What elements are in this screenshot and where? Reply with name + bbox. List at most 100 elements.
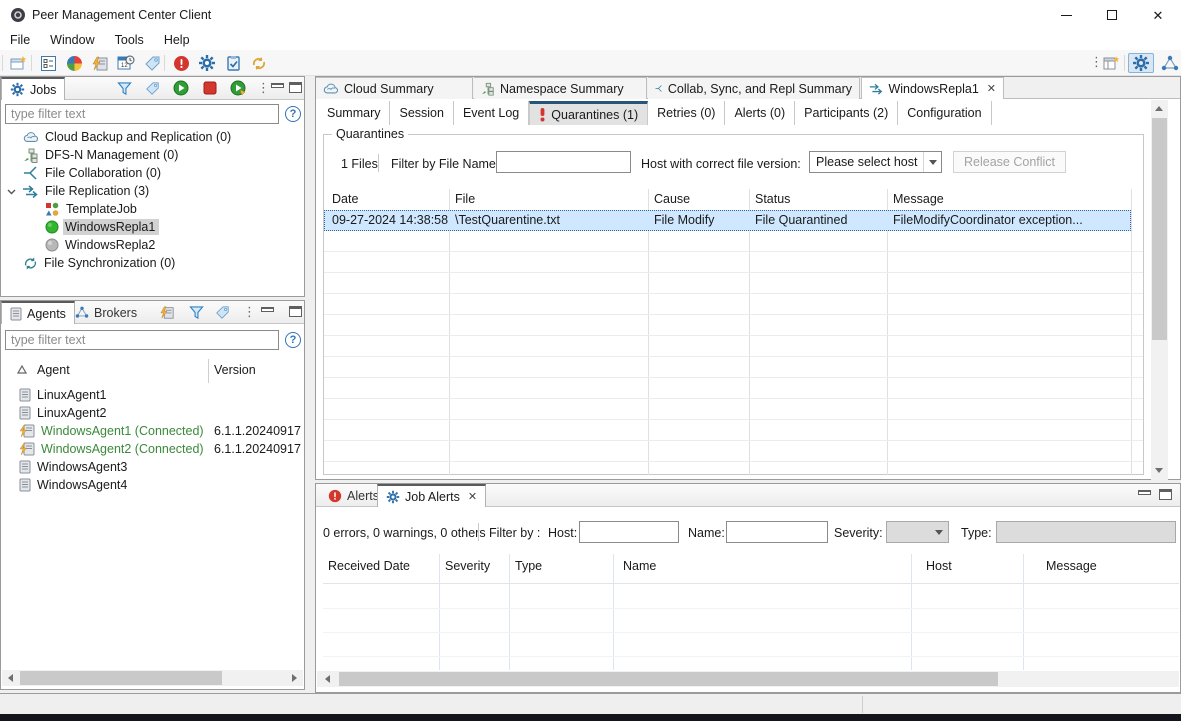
agent-row-windowsagent2[interactable]: WindowsAgent2 (Connected) — [19, 440, 204, 458]
menu-window[interactable]: Window — [40, 31, 104, 49]
alerts-hscrollbar[interactable] — [317, 671, 1179, 687]
view-jobs-button[interactable] — [36, 53, 60, 73]
tree-item-file-replication[interactable]: File Replication (3) — [7, 182, 149, 200]
tree-item-file-collaboration[interactable]: File Collaboration (0) — [23, 164, 161, 182]
minimize-window-button[interactable] — [1043, 0, 1089, 30]
subtab-retries[interactable]: Retries (0) — [648, 101, 725, 125]
jobs-filter-button[interactable] — [117, 81, 132, 99]
open-perspective-button[interactable] — [1100, 53, 1124, 73]
preferences-button[interactable] — [195, 53, 219, 73]
summary-view-button[interactable] — [62, 53, 86, 73]
editor-vscroll-thumb[interactable] — [1152, 118, 1167, 340]
restart-job-button[interactable] — [230, 80, 247, 99]
agents-tags-button[interactable] — [215, 305, 230, 323]
jobs-filter-input[interactable] — [5, 104, 279, 124]
schedule-button[interactable]: 12 — [114, 53, 138, 73]
col-message[interactable]: Message — [1046, 559, 1097, 573]
close-tab-icon[interactable]: ✕ — [468, 490, 477, 503]
severity-filter-combo[interactable] — [886, 521, 949, 543]
jobs-tags-button[interactable] — [145, 81, 160, 99]
tab-cloud-summary[interactable]: Cloud Summary — [316, 77, 473, 99]
subtab-session[interactable]: Session — [390, 101, 453, 125]
jobs-filter-help-icon[interactable]: ? — [285, 106, 301, 122]
filename-filter-input[interactable] — [496, 151, 631, 173]
refresh-button[interactable] — [247, 53, 271, 73]
agents-hscrollbar[interactable] — [2, 670, 303, 686]
col-date[interactable]: Date — [332, 192, 358, 206]
agent-row-linuxagent2[interactable]: LinuxAgent2 — [19, 404, 107, 422]
agent-row-windowsagent4[interactable]: WindowsAgent4 — [19, 476, 127, 494]
scroll-left-icon[interactable] — [325, 675, 330, 683]
tree-item-dfsn[interactable]: DFS-N Management (0) — [23, 146, 178, 164]
tasks-button[interactable] — [221, 53, 245, 73]
subtab-summary[interactable]: Summary — [318, 101, 390, 125]
new-job-button[interactable] — [6, 53, 30, 73]
subtab-alerts[interactable]: Alerts (0) — [725, 101, 795, 125]
editor-vscrollbar[interactable] — [1151, 100, 1168, 480]
tree-item-windowsrepla1[interactable]: WindowsRepla1 — [45, 218, 159, 236]
host-select-combo[interactable]: Please select host — [809, 151, 942, 173]
close-window-button[interactable]: ✕ — [1135, 0, 1181, 30]
alerts-hscroll-thumb[interactable] — [339, 672, 998, 686]
tree-item-windowsrepla2[interactable]: WindowsRepla2 — [45, 236, 155, 254]
close-tab-icon[interactable]: ✕ — [987, 82, 996, 95]
tab-namespace-summary[interactable]: Namespace Summary — [474, 77, 647, 99]
agents-restart-button[interactable] — [159, 305, 175, 323]
agent-row-windowsagent1[interactable]: WindowsAgent1 (Connected) — [19, 422, 204, 440]
col-cause[interactable]: Cause — [654, 192, 690, 206]
col-name[interactable]: Name — [623, 559, 656, 573]
alerts-button[interactable] — [169, 53, 193, 73]
tab-windowsrepla1[interactable]: WindowsRepla1 ✕ — [861, 77, 1004, 99]
type-filter-input[interactable] — [996, 521, 1176, 543]
menu-tools[interactable]: Tools — [105, 31, 154, 49]
scroll-left-icon[interactable] — [8, 674, 13, 682]
subtab-event-log[interactable]: Event Log — [454, 101, 529, 125]
tree-item-cloud-backup[interactable]: Cloud Backup and Replication (0) — [23, 128, 231, 146]
alerts-maximize-button[interactable] — [1159, 489, 1172, 500]
tree-item-templatejob[interactable]: TemplateJob — [45, 200, 137, 218]
jobs-view-menu[interactable]: ⋮ — [257, 81, 270, 94]
scroll-right-icon[interactable] — [292, 674, 297, 682]
alerts-minimize-button[interactable] — [1138, 490, 1151, 495]
quarantine-row[interactable]: 09-27-2024 14:38:58 \TestQuarentine.txt … — [324, 210, 1131, 231]
col-status[interactable]: Status — [755, 192, 790, 206]
col-severity[interactable]: Severity — [445, 559, 490, 573]
tab-agents[interactable]: Agents — [1, 301, 75, 324]
agent-row-linuxagent1[interactable]: LinuxAgent1 — [19, 386, 107, 404]
menu-file[interactable]: File — [0, 31, 40, 49]
agents-filter-button[interactable] — [189, 305, 204, 323]
col-type[interactable]: Type — [515, 559, 542, 573]
subtab-quarantines[interactable]: Quarantines (1) — [529, 101, 648, 125]
agents-maximize-button[interactable] — [289, 306, 302, 317]
agents-column-version[interactable]: Version — [214, 363, 256, 377]
tab-collab-sync-repl-summary[interactable]: Collab, Sync, and Repl Summary — [648, 77, 860, 99]
start-job-button[interactable] — [173, 80, 189, 99]
col-host[interactable]: Host — [926, 559, 952, 573]
tags-button[interactable] — [140, 53, 164, 73]
host-filter-input[interactable] — [579, 521, 679, 543]
agents-minimize-button[interactable] — [261, 307, 274, 312]
jobs-maximize-button[interactable] — [289, 82, 302, 93]
tree-item-file-synchronization[interactable]: File Synchronization (0) — [23, 254, 175, 272]
tree-expander-icon[interactable] — [7, 187, 16, 196]
agents-view-menu[interactable]: ⋮ — [243, 305, 256, 318]
tab-jobs[interactable]: Jobs — [1, 77, 65, 100]
tab-brokers[interactable]: Brokers — [67, 301, 145, 324]
scroll-up-icon[interactable] — [1155, 106, 1163, 111]
agent-row-windowsagent3[interactable]: WindowsAgent3 — [19, 458, 127, 476]
release-conflict-button[interactable]: Release Conflict — [953, 151, 1066, 173]
jobs-minimize-button[interactable] — [271, 83, 284, 88]
subtab-configuration[interactable]: Configuration — [898, 101, 991, 125]
stop-job-button[interactable] — [202, 80, 218, 99]
col-file[interactable]: File — [455, 192, 475, 206]
tab-job-alerts[interactable]: Job Alerts ✕ — [377, 484, 486, 507]
subtab-participants[interactable]: Participants (2) — [795, 101, 898, 125]
col-received-date[interactable]: Received Date — [328, 559, 410, 573]
agents-filter-input[interactable] — [5, 330, 279, 350]
agents-filter-help-icon[interactable]: ? — [285, 332, 301, 348]
name-filter-input[interactable] — [726, 521, 828, 543]
agent-activity-button[interactable] — [88, 53, 112, 73]
menu-help[interactable]: Help — [154, 31, 200, 49]
scroll-down-icon[interactable] — [1155, 468, 1163, 473]
agents-column-agent[interactable]: Agent — [37, 363, 70, 377]
